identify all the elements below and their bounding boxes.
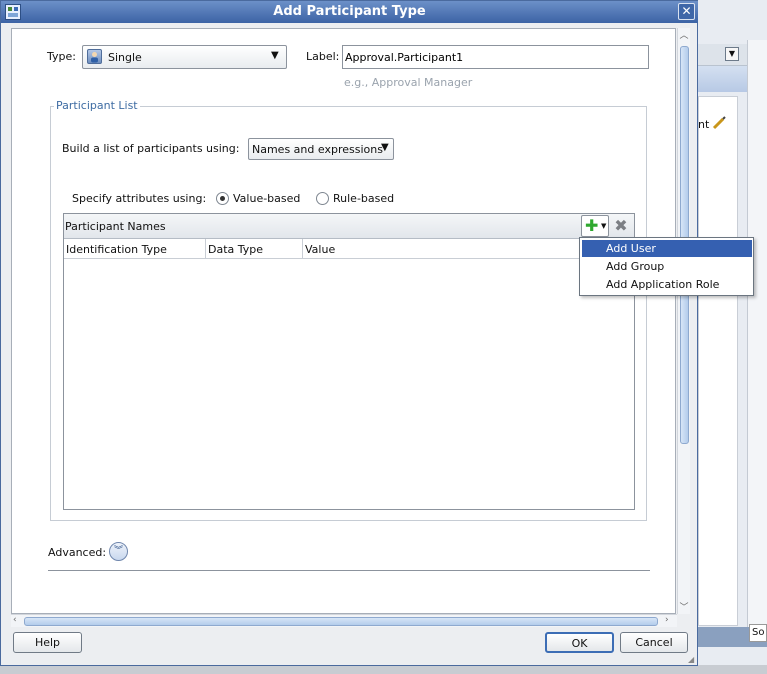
vertical-scrollbar[interactable]: ︿ ﹀: [677, 28, 690, 614]
background-bottom-field: So: [749, 624, 767, 642]
separator: [48, 570, 650, 571]
background-peek-text: nt: [698, 118, 710, 131]
menu-item-add-group[interactable]: Add Group: [582, 258, 752, 275]
type-label: Type:: [47, 50, 76, 63]
background-window: ▼ nt So: [698, 0, 767, 674]
pencil-icon[interactable]: [712, 116, 726, 130]
title-bar[interactable]: Add Participant Type ✕: [1, 1, 698, 23]
radio-rule-based-label[interactable]: Rule-based: [333, 192, 394, 205]
build-list-label: Build a list of participants using:: [62, 142, 240, 155]
build-list-select[interactable]: Names and expressions ▼: [248, 138, 394, 160]
add-participant-type-dialog: Add Participant Type ✕ Type: Single ▼ La…: [0, 0, 698, 666]
type-select[interactable]: Single ▼: [82, 45, 287, 69]
taskbar: [0, 665, 767, 674]
table-header-row: Identification Type Data Type Value: [64, 239, 634, 259]
add-participant-menu: Add User Add Group Add Application Role: [579, 237, 754, 296]
horizontal-scroll-thumb[interactable]: [24, 617, 658, 626]
label-label: Label:: [306, 50, 340, 63]
help-button[interactable]: Help: [13, 632, 82, 653]
horizontal-scrollbar[interactable]: ‹ ›: [11, 614, 677, 627]
type-select-value: Single: [108, 51, 142, 64]
radio-value-based-label[interactable]: Value-based: [233, 192, 300, 205]
cancel-button[interactable]: Cancel: [620, 632, 688, 653]
scroll-left-icon[interactable]: ‹: [13, 615, 17, 625]
close-button[interactable]: ✕: [678, 3, 695, 20]
scroll-down-icon[interactable]: ﹀: [678, 600, 690, 613]
scroll-up-icon[interactable]: ︿: [678, 28, 690, 41]
background-panel: [698, 96, 738, 626]
dialog-content: Type: Single ▼ Label: e.g., Approval Man…: [11, 28, 676, 614]
participant-names-table: Participant Names ✚ ▼ ✖ Identification T…: [63, 213, 635, 510]
background-side-column: [747, 40, 767, 630]
advanced-label: Advanced:: [48, 546, 107, 559]
label-hint: e.g., Approval Manager: [344, 76, 473, 89]
table-title: Participant Names: [65, 220, 166, 233]
menu-item-add-user[interactable]: Add User: [582, 240, 752, 257]
double-chevron-down-icon: ︾: [113, 546, 123, 556]
chevron-down-icon: ▼: [381, 142, 389, 153]
expand-advanced-button[interactable]: ︾: [109, 542, 128, 561]
radio-rule-based[interactable]: [316, 192, 329, 205]
build-list-select-value: Names and expressions: [252, 143, 383, 156]
add-participant-button[interactable]: ✚ ▼: [581, 215, 609, 237]
chevron-down-icon[interactable]: ▼: [725, 47, 739, 61]
participant-list-legend: Participant List: [54, 99, 140, 112]
radio-value-based[interactable]: [216, 192, 229, 205]
table-toolbar: Participant Names ✚ ▼ ✖: [64, 214, 634, 239]
scroll-right-icon[interactable]: ›: [665, 615, 669, 625]
dialog-title: Add Participant Type: [273, 4, 426, 19]
plus-icon: ✚: [585, 216, 599, 235]
column-identification-type[interactable]: Identification Type: [64, 239, 206, 259]
specify-attributes-label: Specify attributes using:: [72, 192, 207, 205]
chevron-down-icon: ▼: [601, 222, 607, 230]
label-input[interactable]: [342, 45, 649, 69]
menu-item-add-application-role[interactable]: Add Application Role: [582, 276, 752, 293]
resize-grip-icon[interactable]: ◢: [688, 655, 698, 665]
ok-button[interactable]: OK: [545, 632, 614, 653]
chevron-down-icon: ▼: [271, 50, 279, 61]
column-data-type[interactable]: Data Type: [206, 239, 303, 259]
delete-icon[interactable]: ✖: [613, 218, 629, 234]
user-icon: [87, 49, 102, 64]
